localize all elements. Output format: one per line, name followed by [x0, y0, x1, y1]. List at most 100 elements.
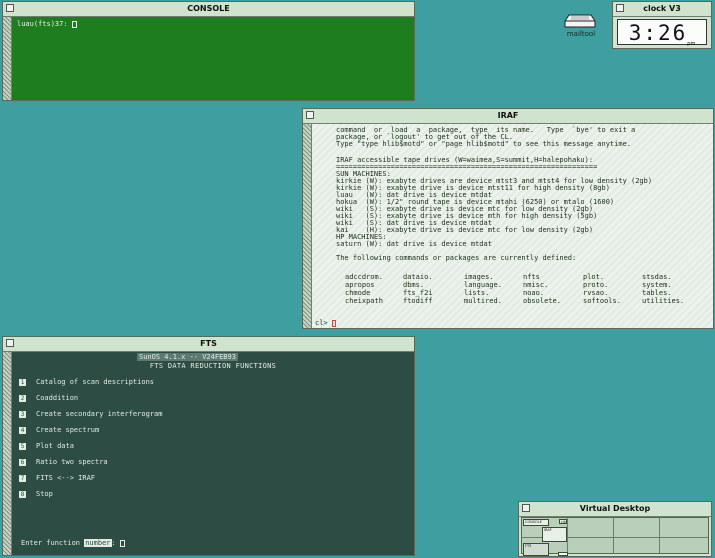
iraf-package: nfts [523, 273, 540, 281]
iraf-package: chmode [345, 289, 371, 297]
fts-menu-item[interactable]: 1 Catalog of scan descriptions [19, 378, 154, 386]
vdesk-mini-clock[interactable]: clk [559, 519, 567, 524]
iraf-package: adccdrom. [345, 273, 383, 281]
menu-number: 8 [19, 490, 26, 498]
fts-prompt-line[interactable]: Enter function number: [21, 539, 125, 547]
mailbox-icon [564, 14, 596, 28]
clock-time: 3:26 [628, 21, 688, 45]
mailtool-icon[interactable]: mailtool [563, 12, 599, 42]
fts-version: SunOS 4.1.x -- V24FEB93 [137, 353, 238, 361]
fts-menu-item[interactable]: 6 Ratio two spectra [19, 458, 108, 466]
iraf-package: proto. [583, 281, 609, 289]
iraf-package: apropos [345, 281, 375, 289]
iraf-scrollbar[interactable] [303, 124, 312, 328]
window-menu-icon[interactable] [6, 4, 14, 12]
window-menu-icon[interactable] [616, 4, 624, 12]
mailtool-label: mailtool [566, 30, 596, 38]
fts-terminal[interactable]: SunOS 4.1.x -- V24FEB93 FTS DATA REDUCTI… [12, 352, 414, 555]
iraf-package: tables. [642, 289, 672, 297]
menu-label: Stop [36, 490, 53, 498]
iraf-package: lists. [464, 289, 490, 297]
virtual-desktop-window[interactable]: Virtual Desktop CONSOLE clk IRAF FTS [518, 501, 712, 557]
iraf-window[interactable]: IRAF command or load a package, type its… [302, 108, 714, 329]
clock-titlebar[interactable]: clock V3 [613, 2, 711, 17]
window-menu-icon[interactable] [6, 339, 14, 347]
console-window[interactable]: CONSOLE luau(fts)37: [2, 1, 415, 101]
clock-title: clock V3 [643, 4, 681, 13]
vdesk-mini-vdesk[interactable] [558, 552, 568, 556]
vdesk-mini-iraf[interactable]: IRAF [542, 527, 567, 542]
clock-ampm: pm [687, 41, 696, 47]
iraf-terminal[interactable]: command or load a package, type its name… [312, 124, 713, 328]
menu-number: 2 [19, 394, 26, 402]
console-prompt: luau(fts)37: [17, 20, 72, 28]
menu-label: Coaddition [36, 394, 79, 402]
fts-title: FTS [200, 339, 217, 348]
menu-label: Ratio two spectra [36, 458, 108, 466]
menu-label: Create secondary interferogram [36, 410, 163, 418]
console-title: CONSOLE [187, 4, 230, 13]
vdesk-mini-console[interactable]: CONSOLE [523, 519, 549, 526]
clock-window[interactable]: clock V3 3:26pm [612, 1, 712, 49]
console-scrollbar[interactable] [3, 17, 12, 100]
text-cursor [119, 539, 125, 547]
fts-heading: FTS DATA REDUCTION FUNCTIONS [149, 362, 277, 370]
iraf-package: language. [464, 281, 502, 289]
fts-prompt-prefix: Enter function [21, 539, 85, 547]
window-menu-icon[interactable] [522, 504, 530, 512]
menu-number: 4 [19, 426, 26, 434]
iraf-package: system. [642, 281, 672, 289]
iraf-package: images. [464, 273, 494, 281]
menu-number: 3 [19, 410, 26, 418]
text-cursor [331, 319, 336, 327]
clock-face: 3:26pm [617, 19, 707, 47]
fts-window[interactable]: FTS SunOS 4.1.x -- V24FEB93 FTS DATA RED… [2, 336, 415, 556]
iraf-titlebar[interactable]: IRAF [303, 109, 713, 124]
iraf-package: dataio. [403, 273, 433, 281]
iraf-package: ftodiff [403, 297, 433, 305]
menu-number: 5 [19, 442, 26, 450]
fts-menu-item[interactable]: 4 Create spectrum [19, 426, 99, 434]
iraf-package: dbms. [403, 281, 425, 289]
iraf-package: cheixpath [345, 297, 383, 305]
menu-number: 1 [19, 378, 26, 386]
virtual-desktop-grid[interactable]: CONSOLE clk IRAF FTS [521, 517, 709, 556]
iraf-package: nmisc. [523, 281, 549, 289]
iraf-package: multired. [464, 297, 502, 305]
menu-label: FITS <--> IRAF [36, 474, 96, 482]
menu-number: 6 [19, 458, 26, 466]
iraf-prompt-line[interactable]: cl> [315, 319, 336, 327]
iraf-package: noao. [523, 289, 545, 297]
fts-menu-item[interactable]: 2 Coaddition [19, 394, 78, 402]
iraf-package: fts_f2i [403, 289, 433, 297]
window-menu-icon[interactable] [306, 111, 314, 119]
fts-prompt-highlight: number [84, 539, 112, 547]
iraf-title: IRAF [497, 111, 519, 120]
fts-prompt-suffix: : [111, 539, 120, 547]
menu-label: Create spectrum [36, 426, 100, 434]
iraf-package: utilities. [642, 297, 685, 305]
iraf-package: plot. [583, 273, 605, 281]
iraf-package: stsdas. [642, 273, 672, 281]
fts-titlebar[interactable]: FTS [3, 337, 414, 352]
fts-menu-item[interactable]: 5 Plot data [19, 442, 74, 450]
console-terminal[interactable]: luau(fts)37: [12, 17, 414, 100]
fts-menu-item[interactable]: 7 FITS <--> IRAF [19, 474, 95, 482]
iraf-prompt: cl> [315, 319, 332, 327]
fts-scrollbar[interactable] [3, 352, 12, 555]
menu-number: 7 [19, 474, 26, 482]
iraf-package: obsolete. [523, 297, 561, 305]
vdesk-mini-fts[interactable]: FTS [523, 543, 549, 556]
fts-menu-item[interactable]: 8 Stop [19, 490, 53, 498]
iraf-packages-intro: The following commands or packages are c… [336, 254, 577, 262]
vdesk-titlebar[interactable]: Virtual Desktop [519, 502, 711, 517]
iraf-package: softools. [583, 297, 621, 305]
fts-menu-item[interactable]: 3 Create secondary interferogram [19, 410, 162, 418]
iraf-hp-line: saturn (W): dat drive is device mtdat [336, 240, 492, 248]
iraf-package: rvsao. [583, 289, 609, 297]
menu-label: Catalog of scan descriptions [36, 378, 155, 386]
text-cursor [71, 20, 77, 28]
vdesk-title: Virtual Desktop [579, 504, 651, 513]
menu-label: Plot data [36, 442, 74, 450]
console-titlebar[interactable]: CONSOLE [3, 2, 414, 17]
